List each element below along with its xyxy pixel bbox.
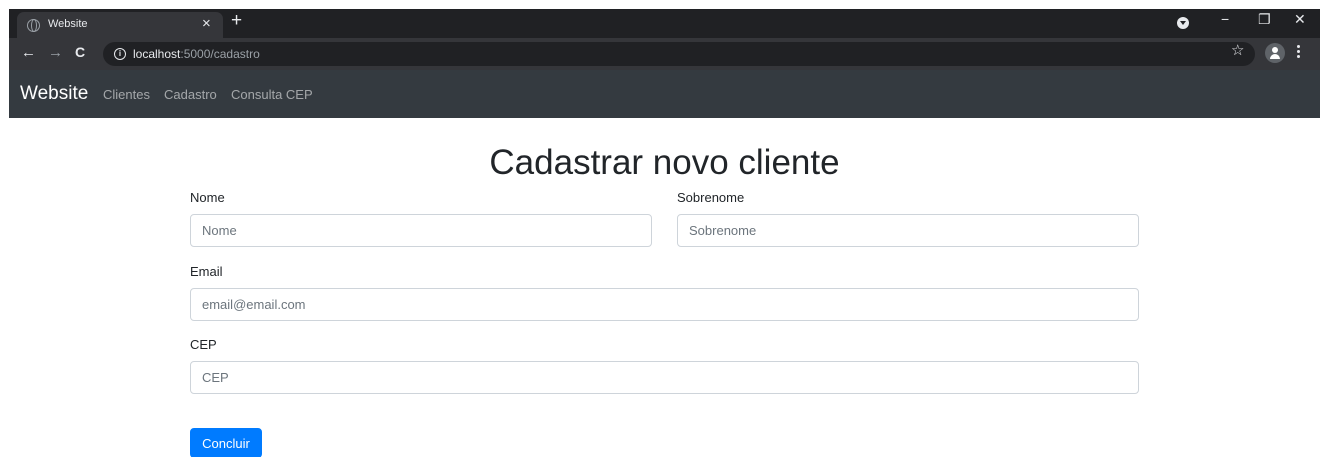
nav-link-consulta-cep[interactable]: Consulta CEP bbox=[231, 87, 313, 102]
site-navbar: Website Clientes Cadastro Consulta CEP bbox=[9, 70, 1320, 118]
nav-link-cadastro[interactable]: Cadastro bbox=[164, 87, 217, 102]
tab-strip: Website × + − ❐ ✕ bbox=[9, 9, 1320, 38]
close-window-icon[interactable]: ✕ bbox=[1294, 11, 1306, 28]
back-icon[interactable]: ← bbox=[21, 44, 36, 61]
reload-icon[interactable]: C bbox=[75, 44, 85, 60]
tab-close-icon[interactable]: × bbox=[202, 15, 211, 32]
browser-window: Website × + − ❐ ✕ ← → C i localhost:5000… bbox=[9, 9, 1320, 457]
new-tab-icon[interactable]: + bbox=[231, 10, 242, 32]
email-label: Email bbox=[190, 264, 223, 279]
sobrenome-input[interactable] bbox=[677, 214, 1139, 247]
tab-website[interactable]: Website × bbox=[17, 12, 223, 38]
concluir-button[interactable]: Concluir bbox=[190, 428, 262, 457]
forward-icon[interactable]: → bbox=[48, 44, 63, 61]
bookmark-star-icon[interactable]: ☆ bbox=[1231, 41, 1244, 59]
cep-label: CEP bbox=[190, 337, 217, 352]
globe-icon bbox=[27, 19, 40, 32]
nome-input[interactable] bbox=[190, 214, 652, 247]
account-icon[interactable] bbox=[1265, 43, 1285, 63]
email-input[interactable] bbox=[190, 288, 1139, 321]
url-text[interactable]: localhost:5000/cadastro bbox=[133, 47, 260, 61]
address-bar[interactable]: i localhost:5000/cadastro bbox=[103, 42, 1255, 66]
minimize-icon[interactable]: − bbox=[1221, 11, 1229, 27]
menu-icon[interactable] bbox=[1297, 45, 1300, 61]
page-title: Cadastrar novo cliente bbox=[489, 143, 840, 182]
nome-label: Nome bbox=[190, 190, 225, 205]
navbar-brand[interactable]: Website bbox=[20, 83, 88, 105]
info-icon[interactable]: i bbox=[114, 48, 126, 60]
sobrenome-label: Sobrenome bbox=[677, 190, 745, 205]
media-indicator-icon[interactable] bbox=[1177, 17, 1189, 29]
browser-toolbar: ← → C i localhost:5000/cadastro ☆ bbox=[9, 38, 1320, 70]
cep-input[interactable] bbox=[190, 361, 1139, 394]
nav-link-clientes[interactable]: Clientes bbox=[103, 87, 150, 102]
tab-title: Website bbox=[48, 18, 88, 30]
restore-icon[interactable]: ❐ bbox=[1258, 11, 1271, 28]
